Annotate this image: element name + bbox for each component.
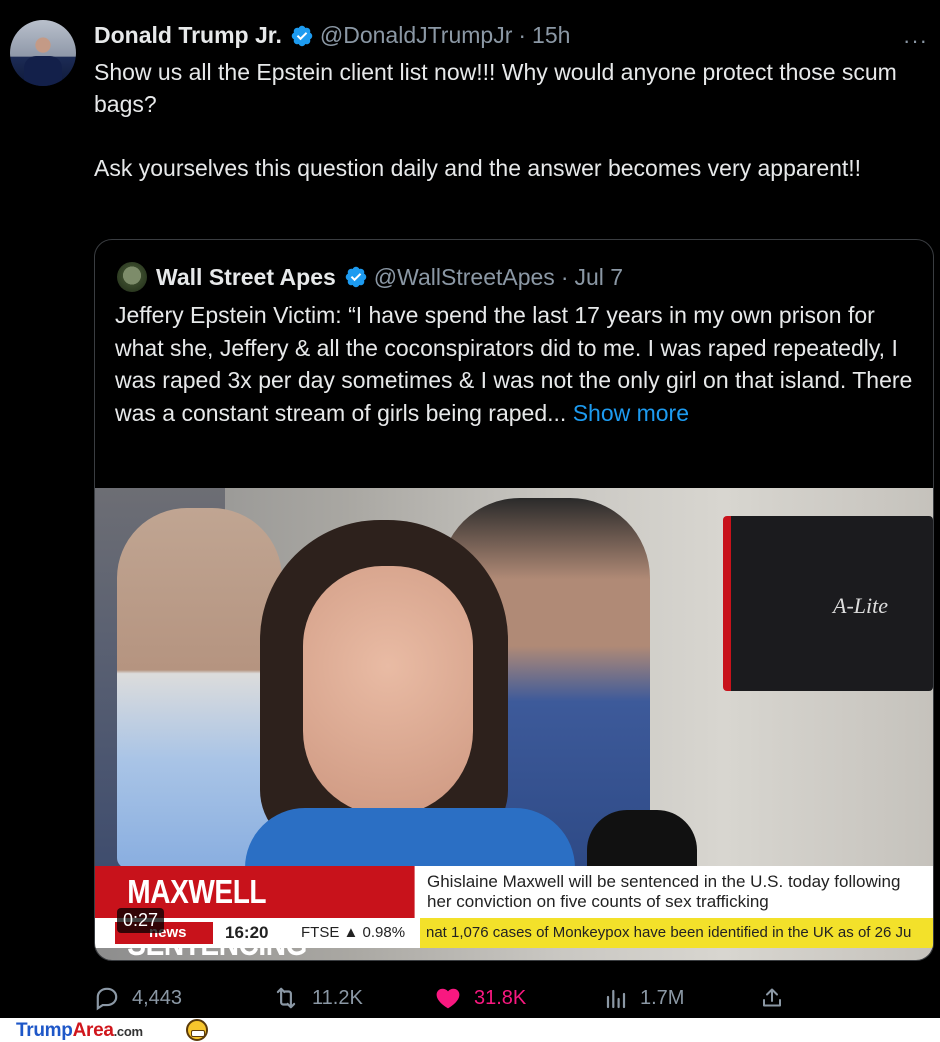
video-woman-face — [303, 566, 473, 816]
site-logo: TrumpArea.com — [16, 1020, 143, 1042]
share-icon — [763, 988, 781, 1007]
camera-label: A-Lite — [833, 593, 888, 618]
author-handle[interactable]: @DonaldJTrumpJr — [320, 22, 513, 49]
video-player[interactable]: A-Lite MAXWELL SENTENCING Ghislaine Maxw… — [95, 488, 933, 960]
grinning-emoji-icon — [186, 1019, 208, 1041]
brand-part-1: Trump — [16, 1020, 73, 1041]
retweet-icon — [276, 987, 296, 1009]
quoted-tweet-body: Jeffery Epstein Victim: “I have spend th… — [115, 299, 915, 429]
news-lower-third: MAXWELL SENTENCING Ghislaine Maxwell wil… — [95, 866, 933, 960]
tweet-actions: 4,443 11.2K 31.8K 1.7M — [94, 980, 794, 1016]
brand-suffix: .com — [113, 1024, 143, 1039]
views-icon — [606, 989, 626, 1009]
heart-icon — [436, 988, 460, 1009]
retweet-count: 11.2K — [312, 986, 363, 1009]
tweet-header: Donald Trump Jr. @DonaldJTrumpJr · 15h — [94, 22, 570, 49]
reply-icon — [96, 987, 118, 1011]
separator-dot: · — [518, 22, 527, 48]
video-man-left — [117, 508, 282, 868]
verified-badge-icon — [291, 25, 313, 46]
video-microphone — [587, 810, 697, 866]
video-woman-shoulders — [245, 808, 575, 868]
tweet-paragraph: Show us all the Epstein client list now!… — [94, 59, 897, 117]
video-duration: 0:27 — [117, 908, 165, 933]
ticker-news-text: nat 1,076 cases of Monkeypox have been i… — [420, 918, 933, 948]
tweet-body: Show us all the Epstein client list now!… — [94, 56, 924, 184]
tweet-author-avatar[interactable] — [10, 20, 76, 86]
reply-count: 4,443 — [132, 986, 183, 1009]
watermark-footer: TrumpArea.com — [0, 1018, 940, 1042]
tweet-paragraph: Ask yourselves this question daily and t… — [94, 155, 862, 181]
views-count: 1.7M — [640, 986, 685, 1009]
ticker-ftse: FTSE ▲ 0.98% — [301, 924, 406, 941]
quoted-tweet[interactable]: Wall Street Apes @WallStreetApes · Jul 7… — [94, 239, 934, 961]
quoted-author-name: Wall Street Apes — [156, 263, 336, 290]
author-name[interactable]: Donald Trump Jr. — [94, 22, 282, 49]
tweet-timestamp[interactable]: 15h — [532, 22, 570, 49]
video-camera — [723, 516, 933, 691]
news-ticker: news 16:20 FTSE ▲ 0.98% nat 1,076 cases … — [95, 918, 933, 948]
show-more-link[interactable]: Show more — [573, 400, 689, 426]
ticker-time: 16:20 — [225, 923, 269, 942]
quoted-author-handle: @WallStreetApes — [373, 263, 555, 290]
retweet-button[interactable]: 11.2K — [272, 980, 363, 1016]
more-options-icon[interactable]: ··· — [903, 28, 928, 54]
views-button[interactable]: 1.7M — [604, 980, 684, 1016]
quoted-tweet-header: Wall Street Apes @WallStreetApes · Jul 7 — [117, 262, 623, 292]
share-button[interactable] — [760, 980, 796, 1016]
quoted-author-avatar — [117, 262, 147, 292]
quoted-tweet-text: Jeffery Epstein Victim: “I have spend th… — [115, 302, 913, 426]
like-count: 31.8K — [474, 986, 527, 1009]
separator-dot: · — [560, 263, 569, 290]
brand-part-2: Area — [72, 1020, 114, 1041]
verified-badge-icon — [345, 266, 367, 288]
reply-button[interactable]: 4,443 — [94, 980, 182, 1016]
like-button[interactable]: 31.8K — [434, 980, 526, 1016]
quoted-tweet-timestamp: Jul 7 — [574, 263, 624, 290]
news-subheadline: Ghislaine Maxwell will be sentenced in t… — [427, 872, 901, 911]
avatar-figure — [24, 56, 62, 86]
